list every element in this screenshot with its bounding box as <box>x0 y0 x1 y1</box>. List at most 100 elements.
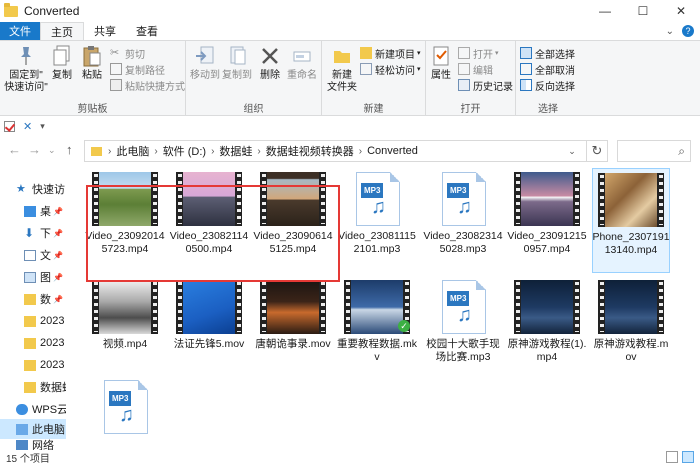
breadcrumb-this-pc[interactable]: 此电脑 <box>116 143 149 159</box>
search-input[interactable]: ⌕ <box>617 140 691 162</box>
folder-icon <box>24 337 36 349</box>
address-bar[interactable]: › 此电脑 › 软件 (D:) › 数据蛙 › 数据蛙视频转换器 › Conve… <box>84 140 608 162</box>
up-arrow-icon[interactable]: ↑ <box>66 142 73 157</box>
pin-quick-access-button[interactable]: 固定到" 快速访问" <box>4 45 48 94</box>
nav-item-folder-2023-a[interactable]: 2023 <box>0 310 66 332</box>
file-item[interactable]: Phone_230719113140.mp4 <box>592 168 670 273</box>
nav-item-quick-access[interactable]: ★ 快速访问 <box>0 178 66 200</box>
paste-shortcut-button[interactable]: 粘贴快捷方式 <box>110 78 185 93</box>
forward-arrow-icon[interactable]: → <box>28 142 41 157</box>
minimize-button[interactable]: — <box>586 0 624 22</box>
film-perforation <box>152 282 157 332</box>
file-item[interactable]: Video_230912150957.mp4 <box>507 172 587 256</box>
desktop-icon <box>24 205 36 217</box>
pin-icon: 📌 <box>53 294 63 304</box>
music-note-icon: ♫ <box>457 304 472 326</box>
tab-home[interactable]: 主页 <box>40 22 84 40</box>
file-item[interactable]: 原神游戏教程(1).mp4 <box>508 280 586 364</box>
nav-item-desktop[interactable]: 桌 📌 <box>0 200 66 222</box>
nav-item-folder-shu[interactable]: 数 📌 <box>0 288 66 310</box>
copy-to-button[interactable]: 复制到 <box>222 45 252 82</box>
file-item[interactable]: 唐朝诡事录.mov <box>254 280 332 351</box>
title-bar: Converted — ☐ ✕ <box>0 0 700 22</box>
film-perforation <box>236 282 241 332</box>
video-thumbnail <box>92 280 158 334</box>
copy-icon <box>51 45 73 67</box>
film-perforation <box>599 175 604 225</box>
easy-access-button[interactable]: 轻松访问 ▾ <box>360 62 421 77</box>
properties-button[interactable]: 属性 <box>428 45 454 82</box>
file-item[interactable]: 原神游戏教程.mov <box>592 280 670 364</box>
nav-item-folder-shujuwa[interactable]: 数据蛙 <box>0 376 66 398</box>
close-button[interactable]: ✕ <box>662 0 700 22</box>
breadcrumb-converted[interactable]: Converted <box>367 145 418 157</box>
invert-selection-button[interactable]: 反向选择 <box>520 78 575 93</box>
new-item-button[interactable]: 新建项目 ▾ <box>360 46 421 61</box>
folder-icon <box>4 2 18 17</box>
film-strip-icon <box>176 280 242 334</box>
file-item[interactable]: 法证先锋5.mov <box>170 280 248 351</box>
cut-button[interactable]: ✂ 剪切 <box>110 46 145 61</box>
page-fold <box>476 280 486 290</box>
file-item[interactable]: 视频.mp4 <box>86 280 164 351</box>
cloud-icon <box>16 403 28 415</box>
edit-button[interactable]: 编辑 <box>458 62 493 77</box>
help-icon[interactable]: ? <box>682 25 694 37</box>
move-to-button[interactable]: 移动到 <box>190 45 220 82</box>
chevron-right-icon: › <box>358 145 363 157</box>
rename-button[interactable]: 重命名 <box>286 45 318 82</box>
new-folder-button[interactable]: 新建 文件夹 <box>326 45 358 94</box>
breadcrumb-shujuwa[interactable]: 数据蛙 <box>219 143 252 159</box>
file-item[interactable]: MP3 ♫ Video_230823145028.mp3 <box>423 172 503 256</box>
breadcrumb-converter[interactable]: 数据蛙视频转换器 <box>266 143 354 159</box>
film-strip-icon <box>598 280 664 334</box>
breadcrumb-drive[interactable]: 软件 (D:) <box>163 143 206 159</box>
file-item[interactable]: MP3 ♫ 校园十大歌手现场比赛.mp3 <box>424 280 502 364</box>
open-button[interactable]: 打开 ▾ <box>458 46 499 61</box>
nav-item-wps-cloud[interactable]: WPS云 <box>0 398 66 420</box>
paste-shortcut-icon <box>110 79 122 91</box>
chevron-down-icon[interactable]: ⌄ <box>666 26 674 37</box>
tab-file[interactable]: 文件 <box>0 22 40 40</box>
nav-item-pictures[interactable]: 图 📌 <box>0 266 66 288</box>
refresh-button[interactable]: ↻ <box>586 140 608 162</box>
file-item[interactable]: ✓ 重要教程数据.mkv <box>337 280 417 364</box>
copy-button[interactable]: 复制 <box>50 45 74 82</box>
pin-icon: 📌 <box>53 250 63 260</box>
thumbnail-image <box>99 280 151 334</box>
ribbon: 固定到" 快速访问" 复制 粘贴 ✂ 剪切 复制路径 粘贴快捷方式 剪贴板 移动… <box>0 40 700 117</box>
folder-icon <box>24 315 36 327</box>
delete-button[interactable]: 删除 <box>258 45 282 82</box>
film-perforation <box>658 175 663 225</box>
nav-item-this-pc[interactable]: 此电脑 <box>0 419 66 439</box>
film-strip-icon <box>514 172 580 226</box>
file-item[interactable]: MP3 ♫ <box>86 380 164 438</box>
nav-item-folder-2023-b[interactable]: 2023 <box>0 332 66 354</box>
paste-button[interactable]: 粘贴 <box>80 45 104 82</box>
large-icons-view-icon[interactable] <box>682 451 694 463</box>
status-bar: 15 个项目 <box>0 450 700 465</box>
select-all-button[interactable]: 全部选择 <box>520 46 575 61</box>
details-view-icon[interactable] <box>666 451 678 463</box>
file-name: 视频.mp4 <box>102 338 148 350</box>
maximize-button[interactable]: ☐ <box>624 0 662 22</box>
mp3-file-icon: MP3 ♫ <box>430 172 496 226</box>
history-button[interactable]: 历史记录 <box>458 78 513 93</box>
file-name: Phone_230719113140.mp4 <box>592 231 670 256</box>
nav-item-documents[interactable]: 文 📌 <box>0 244 66 266</box>
tab-share[interactable]: 共享 <box>84 22 126 40</box>
ribbon-tabs: 文件 主页 共享 查看 ⌄ ? <box>0 22 700 40</box>
copy-path-button[interactable]: 复制路径 <box>110 62 165 77</box>
rename-icon <box>291 45 313 67</box>
chevron-down-icon[interactable]: ▾ <box>40 121 45 132</box>
recent-dropdown-icon[interactable]: ⌄ <box>48 145 56 156</box>
checkmark-icon[interactable] <box>4 120 15 132</box>
nav-item-folder-2023-c[interactable]: 2023 <box>0 354 66 376</box>
file-item[interactable]: MP3 ♫ Video_230811152101.mp3 <box>338 172 416 256</box>
tab-view[interactable]: 查看 <box>126 22 168 40</box>
back-arrow-icon[interactable]: ← <box>8 142 21 157</box>
select-none-button[interactable]: 全部取消 <box>520 62 575 77</box>
nav-item-downloads[interactable]: ⬇ 下 📌 <box>0 222 66 244</box>
close-x-icon[interactable]: ✕ <box>23 120 32 133</box>
address-dropdown-icon[interactable]: ⌄ <box>562 140 582 162</box>
